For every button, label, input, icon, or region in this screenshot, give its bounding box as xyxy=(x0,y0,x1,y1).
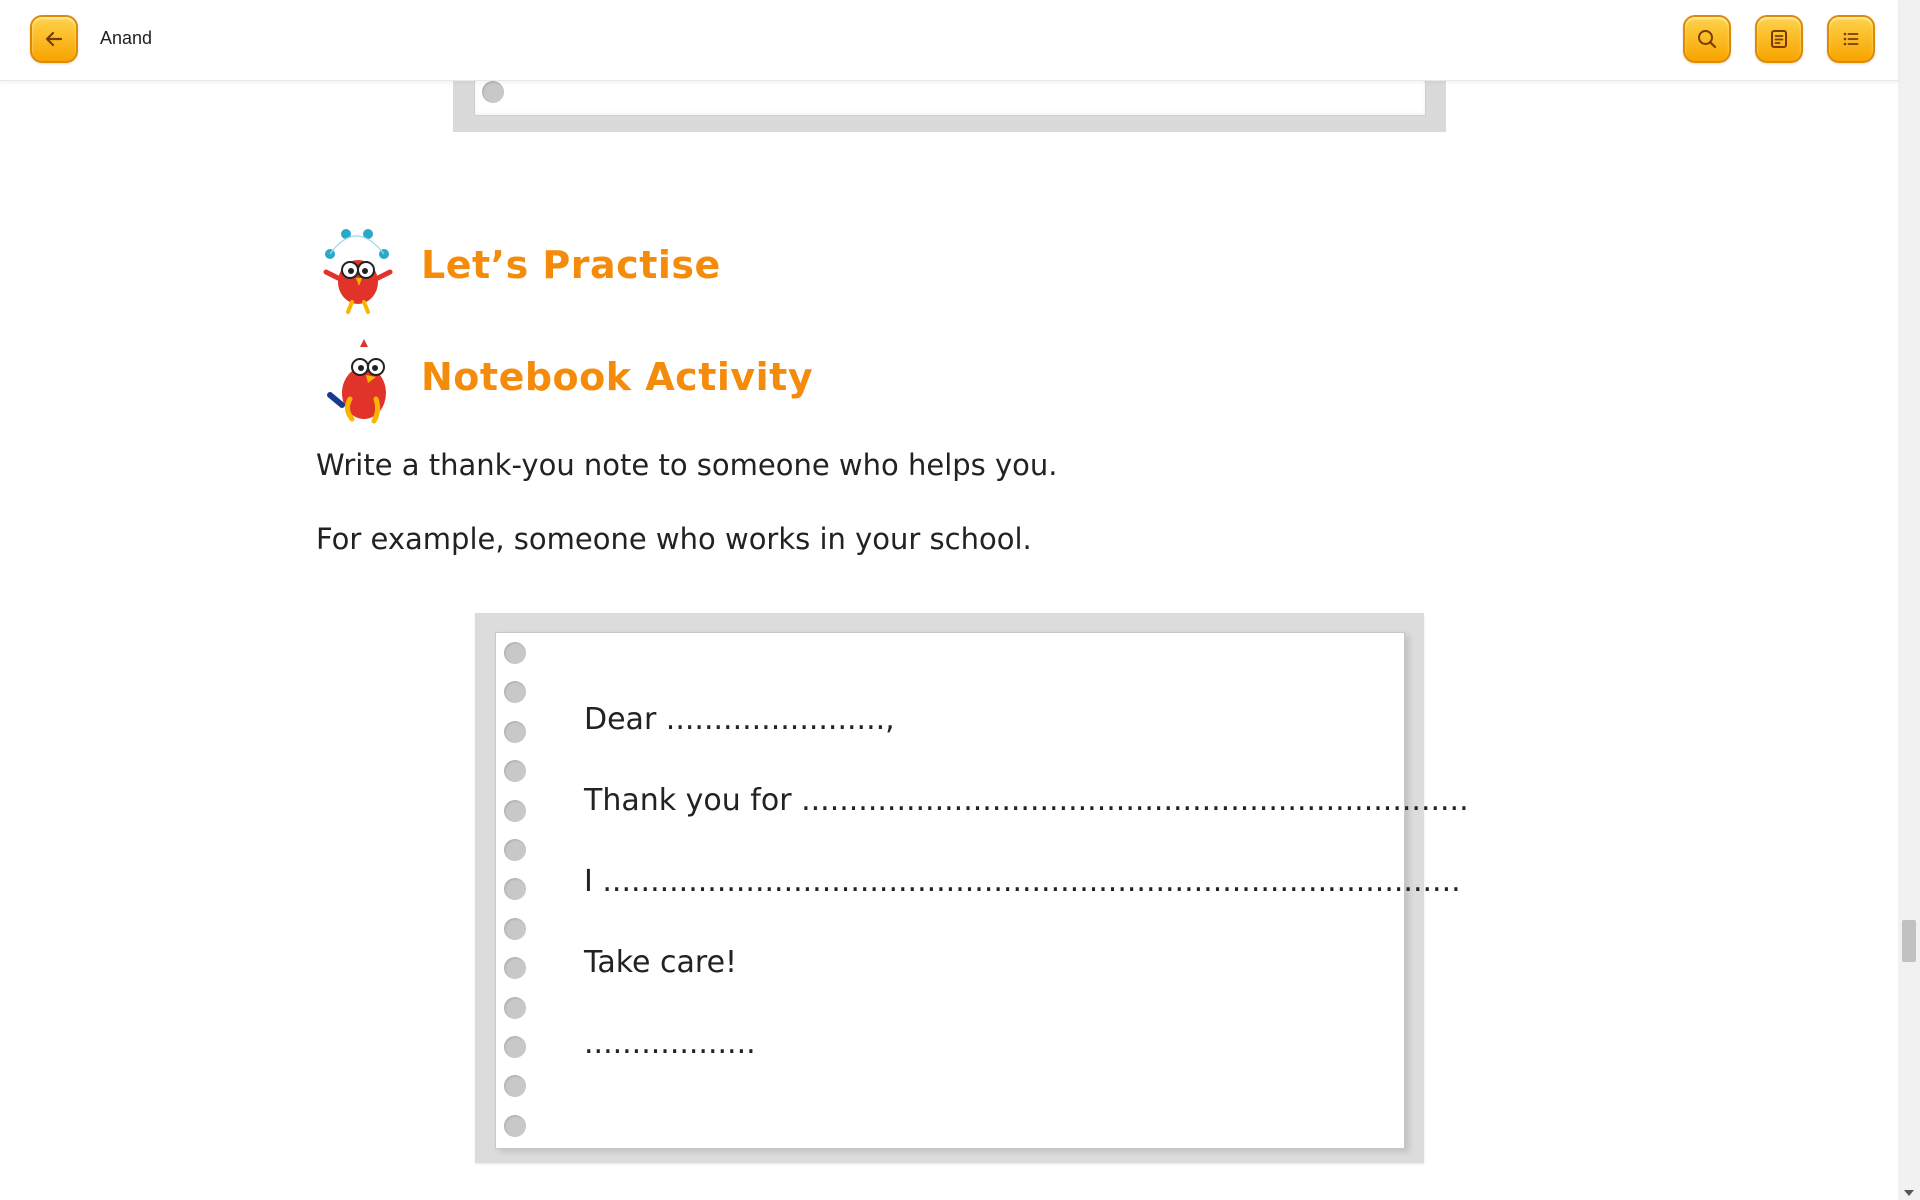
search-button[interactable] xyxy=(1683,15,1731,63)
note-icon xyxy=(1771,30,1787,48)
binder-hole xyxy=(504,1036,526,1058)
search-icon xyxy=(1698,30,1717,49)
notes-button[interactable] xyxy=(1755,15,1803,63)
binder-hole xyxy=(504,839,526,861)
scrollbar-thumb[interactable] xyxy=(1902,920,1916,962)
binder-hole xyxy=(504,996,526,1019)
example-text: For example, someone who works in your s… xyxy=(316,522,1032,556)
lets-practise-heading: Let’s Practise xyxy=(421,243,721,287)
letter-body-line: I ......................................… xyxy=(584,864,1461,899)
table-of-contents-button[interactable] xyxy=(1827,15,1875,63)
binder-hole xyxy=(482,81,504,103)
binder-hole xyxy=(504,917,526,940)
binder-hole xyxy=(504,799,526,822)
thinking-bird-mascot-icon xyxy=(327,339,386,424)
notebook-activity-heading: Notebook Activity xyxy=(421,355,814,399)
arrow-left-icon xyxy=(45,31,63,47)
instruction-text: Write a thank-you note to someone who he… xyxy=(316,448,1058,482)
scroll-down-arrow-icon[interactable] xyxy=(1904,1190,1914,1196)
binder-hole xyxy=(504,720,526,743)
binder-hole xyxy=(504,1114,526,1137)
letter-closing-line: Take care! xyxy=(584,945,738,980)
juggling-bird-mascot-icon xyxy=(323,229,393,314)
list-icon xyxy=(1843,32,1859,46)
letter-thanks-line: Thank you for ..........................… xyxy=(584,783,1469,818)
letter-signature-line: .................. xyxy=(584,1026,756,1061)
scrollbar-track[interactable] xyxy=(1898,0,1920,1200)
top-bar: Anand xyxy=(0,0,1898,81)
back-button[interactable] xyxy=(30,15,78,63)
page-title: Anand xyxy=(100,28,153,48)
letter-greeting-line: Dear ......................., xyxy=(584,702,895,737)
binder-hole xyxy=(504,642,526,664)
